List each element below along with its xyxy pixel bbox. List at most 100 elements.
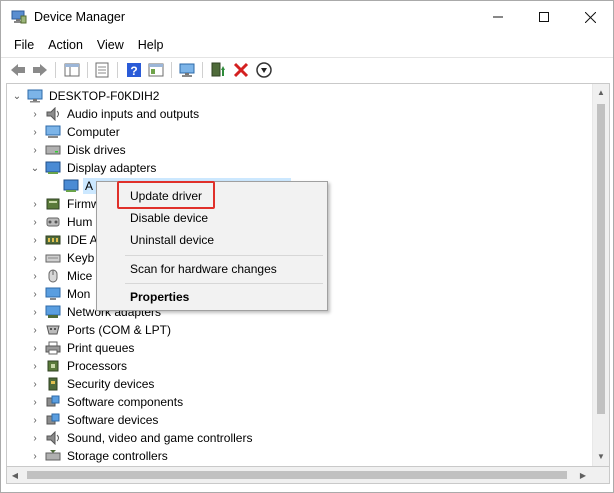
toolbar-separator [87,62,88,78]
chevron-right-icon[interactable]: › [29,270,41,282]
chevron-right-icon[interactable]: › [29,252,41,264]
tree-item-print-queues[interactable]: › Print queues [29,339,136,357]
firmware-icon [46,198,60,210]
horizontal-scrollbar[interactable]: ◀ ▶ [6,467,610,484]
printer-icon [45,341,61,355]
scroll-left-icon[interactable]: ◀ [7,467,23,483]
show-hide-console-tree-icon[interactable] [63,61,81,79]
chevron-right-icon[interactable]: › [29,216,41,228]
update-driver-icon[interactable] [209,61,227,79]
scan-hardware-icon[interactable] [178,61,196,79]
chevron-right-icon[interactable]: › [29,144,41,156]
tree-item-human-interface[interactable]: › Hum [29,213,94,231]
toolbar-separator [117,62,118,78]
tree-root[interactable]: ⌄ DESKTOP-F0KDIH2 [11,87,161,105]
ide-controller-icon [45,235,61,245]
chevron-right-icon[interactable]: › [29,198,41,210]
tree-item-label: Mon [67,287,91,301]
speaker-icon [46,431,59,445]
tree-item-software-devices[interactable]: › Software devices [29,411,160,429]
tree-item-firmware[interactable]: › Firmw [29,195,102,213]
chevron-right-icon[interactable]: › [29,324,41,336]
menu-file[interactable]: File [7,38,41,52]
view-icon[interactable] [147,61,165,79]
chevron-right-icon[interactable]: › [29,288,41,300]
chevron-right-icon[interactable]: › [29,126,41,138]
disable-device-icon[interactable] [255,61,273,79]
tree-item-label: Storage controllers [67,449,168,463]
disk-drive-icon [45,145,61,155]
uninstall-device-menu-item[interactable]: Uninstall device [130,233,214,247]
menu-action[interactable]: Action [41,38,90,52]
chevron-down-icon[interactable]: ⌄ [29,162,41,174]
tree-item-ide[interactable]: › IDE A [29,231,100,249]
maximize-icon [539,12,549,22]
display-adapter-icon [45,161,61,174]
minimize-button[interactable] [475,1,521,33]
tree-item-label: Audio inputs and outputs [67,107,200,121]
tree-item-processors[interactable]: › Processors [29,357,129,375]
menu-help[interactable]: Help [131,38,171,52]
tree-item-audio[interactable]: › Audio inputs and outputs [29,105,201,123]
tree-item-label: IDE A [67,233,98,247]
chevron-right-icon[interactable]: › [29,432,41,444]
help-icon[interactable]: ? [125,61,143,79]
tree-item-label: Hum [67,215,93,229]
chevron-right-icon[interactable]: › [29,378,41,390]
properties-sheet-icon[interactable] [93,61,111,79]
chevron-right-icon[interactable]: › [29,360,41,372]
tree-item-computer[interactable]: › Computer [29,123,122,141]
tree-item-display-adapters[interactable]: ⌄ Display adapters [29,159,158,177]
tree-item-disk-drives[interactable]: › Disk drives [29,141,128,159]
tree-item-mice[interactable]: › Mice [29,267,94,285]
tree-item-storage-controllers[interactable]: › Storage controllers [29,447,170,465]
properties-menu-item[interactable]: Properties [130,290,189,304]
computer-icon [27,89,43,103]
chevron-right-icon[interactable]: › [29,108,41,120]
minimize-icon [493,16,503,18]
chevron-right-icon[interactable]: › [29,414,41,426]
chevron-right-icon[interactable]: › [29,234,41,246]
tree-item-monitors[interactable]: › Mon [29,285,92,303]
tree-item-label: Display adapters [67,161,157,175]
tree-item-ports[interactable]: › Ports (COM & LPT) [29,321,173,339]
vertical-scrollbar[interactable]: ▲ ▼ [592,84,609,466]
menu-view[interactable]: View [90,38,131,52]
scrollbar-thumb[interactable] [27,471,567,479]
scrollbar-thumb[interactable] [597,104,605,414]
security-device-icon [48,377,58,391]
forward-arrow-icon[interactable] [31,61,49,79]
scroll-right-icon[interactable]: ▶ [575,467,591,483]
chevron-right-icon[interactable]: › [29,396,41,408]
tree-root-label: DESKTOP-F0KDIH2 [49,89,160,103]
menu-separator [125,255,323,256]
tree-item-security-devices[interactable]: › Security devices [29,375,156,393]
tree-item-software-components[interactable]: › Software components [29,393,185,411]
monitor-icon [45,287,61,300]
processor-icon [47,360,59,372]
speaker-icon [46,107,59,121]
uninstall-icon[interactable] [232,61,250,79]
close-button[interactable] [567,1,613,33]
tree-item-label: Sound, video and game controllers [67,431,253,445]
chevron-right-icon[interactable]: › [29,306,41,318]
scan-hardware-menu-item[interactable]: Scan for hardware changes [130,262,277,276]
toolbar: ? [1,57,613,81]
chevron-down-icon[interactable]: ⌄ [11,90,23,102]
disable-device-menu-item[interactable]: Disable device [130,211,208,225]
scroll-down-icon[interactable]: ▼ [593,448,609,465]
computer-icon [45,125,61,138]
tree-item-label: Software devices [67,413,159,427]
tree-item-sound-video[interactable]: › Sound, video and game controllers [29,429,254,447]
tree-item-keyboards[interactable]: › Keyb [29,249,96,267]
window-title: Device Manager [34,10,126,24]
scroll-up-icon[interactable]: ▲ [593,84,609,101]
network-adapter-icon [45,305,61,318]
tree-item-label: Processors [67,359,128,373]
maximize-button[interactable] [521,1,567,33]
chevron-right-icon[interactable]: › [29,450,41,462]
chevron-right-icon[interactable]: › [29,342,41,354]
back-arrow-icon[interactable] [9,61,27,79]
toolbar-separator [202,62,203,78]
software-component-icon [46,395,60,407]
